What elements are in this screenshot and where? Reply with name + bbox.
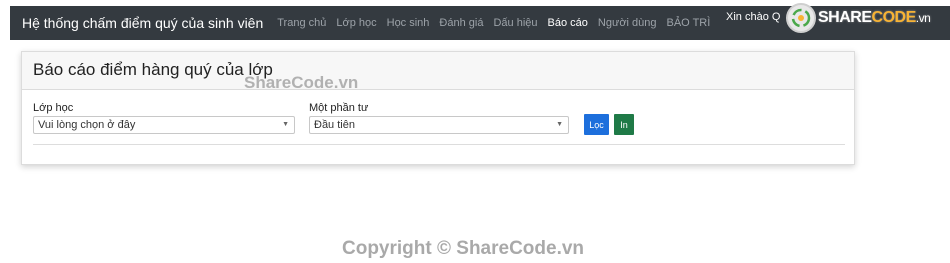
nav-link-marks[interactable]: Dấu hiệu: [493, 17, 537, 29]
sharecode-logo: SHARECODE.vn: [786, 1, 931, 35]
logo-text-main: SHARE: [818, 9, 872, 26]
term-select-value: Đầu tiên: [314, 119, 355, 131]
class-label: Lớp học: [33, 102, 74, 114]
nav-link-classes[interactable]: Lớp học: [336, 17, 376, 29]
divider: [33, 144, 845, 145]
page-title: Báo cáo điểm hàng quý của lớp: [33, 60, 273, 79]
logo-wordmark: SHARECODE.vn: [818, 9, 931, 27]
navbar-brand[interactable]: Hệ thống chấm điểm quý của sinh viên: [22, 15, 263, 31]
report-card: Báo cáo điểm hàng quý của lớp Lớp học Vu…: [21, 51, 855, 165]
term-label: Một phần tư: [309, 102, 369, 114]
chevron-down-icon: ▼: [556, 121, 563, 128]
nav-link-home[interactable]: Trang chủ: [277, 17, 326, 29]
filter-button[interactable]: Lọc: [584, 114, 609, 135]
logo-text-accent: CODE: [871, 9, 917, 26]
class-select-value: Vui lòng chọn ở đây: [38, 119, 136, 131]
logo-text-tld: .vn: [915, 11, 931, 25]
nav-link-students[interactable]: Học sinh: [387, 17, 430, 29]
nav-link-evaluation[interactable]: Đánh giá: [439, 17, 483, 29]
term-select[interactable]: Đầu tiên ▼: [309, 116, 569, 134]
user-greeting[interactable]: Xin chào Q: [726, 11, 780, 23]
nav-links: Trang chủ Lớp học Học sinh Đánh giá Dấu …: [277, 17, 720, 29]
nav-link-maintenance[interactable]: BẢO TRÌ: [667, 17, 711, 29]
card-header: Báo cáo điểm hàng quý của lớp: [22, 52, 854, 90]
watermark-top: ShareCode.vn: [244, 73, 359, 92]
print-button[interactable]: In: [614, 114, 634, 135]
watermark-copyright: Copyright © ShareCode.vn: [342, 238, 585, 259]
logo-emblem-icon: [786, 3, 816, 33]
nav-link-reports[interactable]: Báo cáo: [548, 17, 588, 29]
chevron-down-icon: ▼: [282, 121, 289, 128]
class-select[interactable]: Vui lòng chọn ở đây ▼: [33, 116, 295, 134]
nav-link-users[interactable]: Người dùng: [598, 17, 657, 29]
